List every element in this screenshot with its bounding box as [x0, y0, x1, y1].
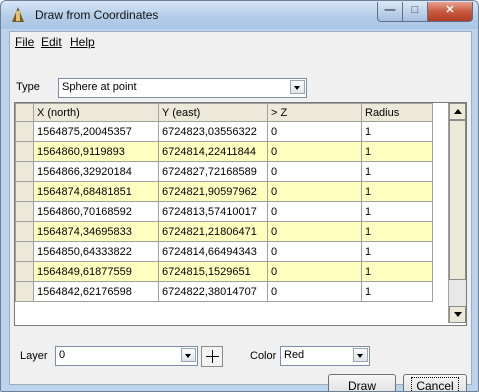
cell-radius[interactable]: 1: [361, 221, 433, 242]
table-row[interactable]: 1564875,20045357 6724823,03556322 0 1: [15, 121, 433, 142]
row-header[interactable]: [15, 181, 34, 202]
cell-x[interactable]: 1564842,62176598: [33, 281, 159, 302]
cell-y[interactable]: 6724823,03556322: [158, 121, 268, 142]
table-row[interactable]: 1564849,61877559 6724815,1529651 0 1: [15, 261, 433, 282]
cell-z[interactable]: 0: [267, 281, 362, 302]
cell-x[interactable]: 1564866,32920184: [33, 161, 159, 182]
column-header-x-north[interactable]: X (north): [33, 103, 159, 122]
row-header[interactable]: [15, 221, 34, 242]
cell-radius[interactable]: 1: [361, 201, 433, 222]
cell-x[interactable]: 1564875,20045357: [33, 121, 159, 142]
maximize-button[interactable]: □: [402, 2, 428, 22]
cell-x[interactable]: 1564850,64333822: [33, 241, 159, 262]
row-header[interactable]: [15, 141, 34, 162]
coordinates-grid: X (north) Y (east) > Z Radius 1564875,20…: [14, 102, 467, 326]
cell-z[interactable]: 0: [267, 201, 362, 222]
menu-bar: File Edit Help: [10, 32, 471, 52]
cell-y[interactable]: 6724814,22411844: [158, 141, 268, 162]
cell-y[interactable]: 6724815,1529651: [158, 261, 268, 282]
window-title: Draw from Coordinates: [35, 8, 159, 22]
scrollbar-thumb[interactable]: [449, 120, 466, 280]
dialog-client-area: File Edit Help Type Sphere at point X (n…: [9, 31, 472, 391]
chevron-down-icon[interactable]: [290, 80, 305, 94]
cell-x[interactable]: 1564874,34695833: [33, 221, 159, 242]
cell-y[interactable]: 6724821,90597962: [158, 181, 268, 202]
title-bar[interactable]: Draw from Coordinates — □ ✕: [1, 1, 478, 29]
cell-z[interactable]: 0: [267, 161, 362, 182]
cell-radius[interactable]: 1: [361, 261, 433, 282]
type-label: Type: [16, 81, 40, 93]
close-button[interactable]: ✕: [427, 2, 473, 22]
cell-y[interactable]: 6724822,38014707: [158, 281, 268, 302]
row-header[interactable]: [15, 161, 34, 182]
table-row[interactable]: 1564842,62176598 6724822,38014707 0 1: [15, 281, 433, 302]
row-header[interactable]: [15, 201, 34, 222]
layer-select[interactable]: 0: [55, 346, 198, 366]
cell-z[interactable]: 0: [267, 181, 362, 202]
cell-x[interactable]: 1564860,9119893: [33, 141, 159, 162]
cell-x[interactable]: 1564874,68481851: [33, 181, 159, 202]
minimize-button[interactable]: —: [377, 2, 403, 22]
corner-header: [15, 103, 34, 122]
cell-radius[interactable]: 1: [361, 161, 433, 182]
cell-y[interactable]: 6724827,72168589: [158, 161, 268, 182]
table-header-row: X (north) Y (east) > Z Radius: [15, 103, 433, 122]
coordinates-table: X (north) Y (east) > Z Radius 1564875,20…: [15, 103, 433, 302]
table-row[interactable]: 1564874,34695833 6724821,21806471 0 1: [15, 221, 433, 242]
row-header[interactable]: [15, 121, 34, 142]
cell-z[interactable]: 0: [267, 141, 362, 162]
column-header-z[interactable]: > Z: [267, 103, 362, 122]
menu-edit[interactable]: Edit: [41, 35, 62, 49]
menu-help[interactable]: Help: [70, 35, 95, 49]
chevron-down-icon[interactable]: [353, 348, 368, 362]
cell-y[interactable]: 6724813,57410017: [158, 201, 268, 222]
cancel-button-label: Cancel: [411, 377, 459, 391]
cell-y[interactable]: 6724821,21806471: [158, 221, 268, 242]
table-row[interactable]: 1564874,68481851 6724821,90597962 0 1: [15, 181, 433, 202]
table-row[interactable]: 1564866,32920184 6724827,72168589 0 1: [15, 161, 433, 182]
cell-y[interactable]: 6724814,66494343: [158, 241, 268, 262]
cell-radius[interactable]: 1: [361, 281, 433, 302]
scroll-down-icon[interactable]: [449, 306, 466, 323]
draw-from-coordinates-window: Draw from Coordinates — □ ✕ File Edit He…: [0, 0, 479, 392]
type-select-value: Sphere at point: [62, 81, 137, 93]
table-row[interactable]: 1564860,9119893 6724814,22411844 0 1: [15, 141, 433, 162]
menu-file[interactable]: File: [15, 35, 34, 49]
column-header-y-east[interactable]: Y (east): [158, 103, 268, 122]
row-header[interactable]: [15, 281, 34, 302]
cell-z[interactable]: 0: [267, 221, 362, 242]
layer-label: Layer: [20, 350, 48, 362]
cell-z[interactable]: 0: [267, 121, 362, 142]
cancel-button[interactable]: Cancel: [403, 374, 467, 391]
cell-radius[interactable]: 1: [361, 121, 433, 142]
color-label: Color: [250, 350, 277, 362]
cell-radius[interactable]: 1: [361, 241, 433, 262]
cell-radius[interactable]: 1: [361, 141, 433, 162]
row-header[interactable]: [15, 261, 34, 282]
row-header[interactable]: [15, 241, 34, 262]
table-row[interactable]: 1564850,64333822 6724814,66494343 0 1: [15, 241, 433, 262]
table-row[interactable]: 1564860,70168592 6724813,57410017 0 1: [15, 201, 433, 222]
vertical-scrollbar[interactable]: [448, 103, 466, 323]
cell-x[interactable]: 1564849,61877559: [33, 261, 159, 282]
cell-radius[interactable]: 1: [361, 181, 433, 202]
column-header-radius[interactable]: Radius: [361, 103, 433, 122]
cell-z[interactable]: 0: [267, 261, 362, 282]
color-select-value: Red: [284, 349, 305, 361]
layer-select-value: 0: [59, 349, 66, 361]
scroll-up-icon[interactable]: [449, 103, 466, 120]
color-select[interactable]: Red: [280, 346, 370, 366]
pick-layer-crosshair-button[interactable]: [201, 346, 223, 367]
chevron-down-icon[interactable]: [181, 348, 196, 362]
app-icon: [12, 7, 24, 22]
cell-x[interactable]: 1564860,70168592: [33, 201, 159, 222]
cell-z[interactable]: 0: [267, 241, 362, 262]
draw-button[interactable]: Draw: [328, 374, 396, 391]
type-select[interactable]: Sphere at point: [58, 78, 307, 98]
